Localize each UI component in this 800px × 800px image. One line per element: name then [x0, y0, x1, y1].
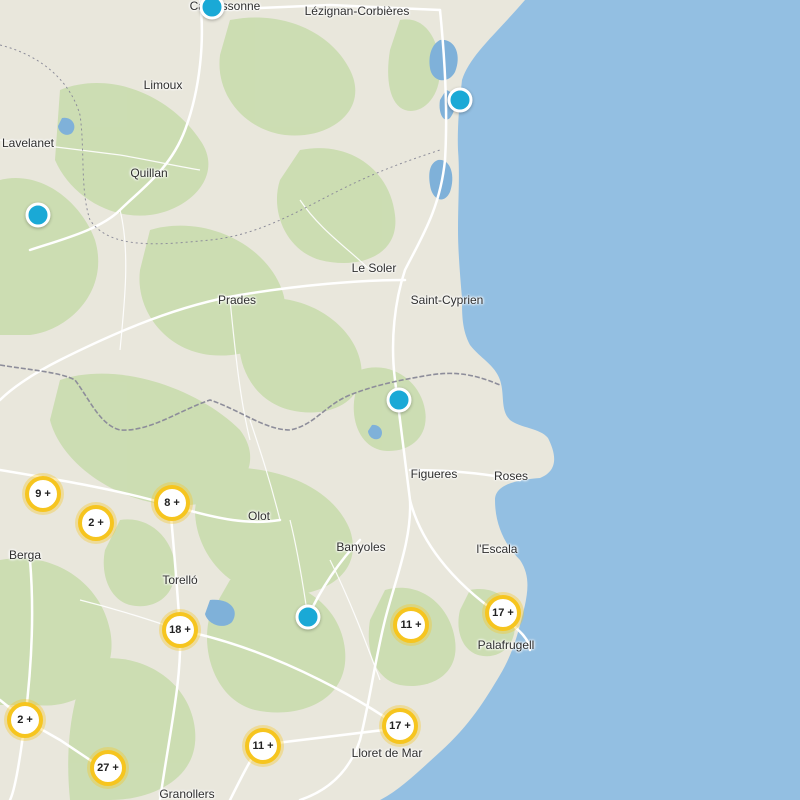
cluster-marker[interactable]: 2 +	[78, 505, 114, 541]
location-marker[interactable]	[25, 202, 51, 228]
cluster-marker[interactable]: 18 +	[162, 612, 198, 648]
cluster-marker[interactable]: 11 +	[393, 607, 429, 643]
cluster-marker[interactable]: 17 +	[382, 708, 418, 744]
cluster-marker[interactable]: 2 +	[7, 702, 43, 738]
location-marker[interactable]	[386, 387, 412, 413]
location-marker[interactable]	[295, 604, 321, 630]
cluster-marker[interactable]: 9 +	[25, 476, 61, 512]
cluster-marker[interactable]: 11 +	[245, 728, 281, 764]
cluster-marker[interactable]: 27 +	[90, 750, 126, 786]
cluster-marker[interactable]: 8 +	[154, 485, 190, 521]
map-canvas[interactable]: Carcassonne Lézignan-Corbières Limoux La…	[0, 0, 800, 800]
location-marker[interactable]	[447, 87, 473, 113]
cluster-marker[interactable]: 17 +	[485, 595, 521, 631]
